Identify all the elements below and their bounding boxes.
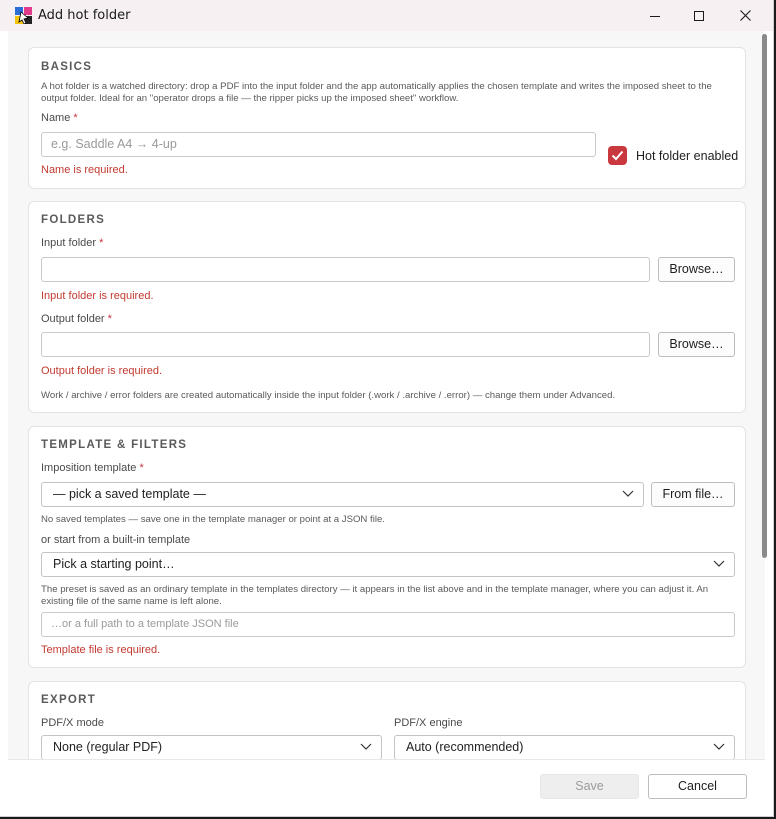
imposition-template-select[interactable]: — pick a saved template —	[41, 482, 644, 507]
dialog-content: BASICS A hot folder is a watched directo…	[8, 31, 765, 759]
folders-note: Work / archive / error folders are creat…	[41, 390, 616, 401]
enabled-label[interactable]: Hot folder enabled	[636, 149, 738, 163]
name-error: Name is required.	[41, 164, 128, 176]
pdfx-mode-select[interactable]: None (regular PDF)	[41, 735, 382, 759]
close-button[interactable]	[722, 0, 768, 31]
checkmark-icon	[611, 150, 624, 161]
pdfx-mode-label: PDF/X mode	[41, 717, 104, 729]
export-section: EXPORT PDF/X mode None (regular PDF) PDF…	[28, 681, 746, 759]
input-browse-button[interactable]: Browse…	[658, 257, 735, 282]
chevron-down-icon	[713, 743, 725, 750]
input-folder-field[interactable]	[41, 257, 650, 282]
folders-title: FOLDERS	[41, 214, 106, 226]
export-title: EXPORT	[41, 694, 97, 706]
cancel-button[interactable]: Cancel	[648, 774, 747, 799]
pdfx-engine-select[interactable]: Auto (recommended)	[394, 735, 735, 759]
builtin-template-label: or start from a built-in template	[41, 534, 191, 546]
minimize-button[interactable]	[632, 0, 678, 31]
name-input[interactable]: e.g. Saddle A4 → 4-up	[41, 132, 596, 157]
output-folder-error: Output folder is required.	[41, 365, 163, 377]
app-icon	[15, 7, 32, 24]
chevron-down-icon	[713, 560, 725, 567]
basics-section: BASICS A hot folder is a watched directo…	[28, 47, 746, 189]
close-icon	[739, 10, 751, 21]
basics-title: BASICS	[41, 61, 93, 73]
dialog-window: Add hot folder BASICS A hot folder is a …	[0, 0, 774, 817]
title-bar: Add hot folder	[0, 0, 773, 31]
input-folder-label: Input folder *	[41, 237, 104, 249]
preset-note: The preset is saved as an ordinary templ…	[41, 584, 709, 607]
output-folder-label: Output folder *	[41, 313, 112, 325]
no-saved-templates-note: No saved templates — save one in the tem…	[41, 514, 385, 525]
save-button[interactable]: Save	[540, 774, 639, 799]
pdfx-mode-value: None (regular PDF)	[53, 740, 163, 754]
input-folder-error: Input folder is required.	[41, 290, 154, 302]
maximize-icon	[694, 10, 704, 21]
name-label: Name *	[41, 112, 78, 124]
enabled-checkbox[interactable]	[608, 146, 627, 165]
vertical-scrollbar[interactable]	[762, 34, 767, 558]
builtin-template-select[interactable]: Pick a starting point…	[41, 552, 735, 577]
folders-section: FOLDERS Input folder * Browse… Input fol…	[28, 201, 746, 413]
template-path-input[interactable]: …or a full path to a template JSON file	[41, 612, 735, 637]
pdfx-engine-value: Auto (recommended)	[406, 740, 524, 754]
output-browse-button[interactable]: Browse…	[658, 332, 735, 357]
template-section: TEMPLATE & FILTERS Imposition template *…	[28, 426, 746, 668]
maximize-button[interactable]	[676, 0, 722, 31]
dialog-footer: Save Cancel	[8, 759, 765, 816]
basics-description: A hot folder is a watched directory: dro…	[41, 81, 712, 104]
pdfx-engine-label: PDF/X engine	[394, 717, 463, 729]
template-title: TEMPLATE & FILTERS	[41, 439, 188, 451]
imposition-template-label: Imposition template *	[41, 462, 144, 474]
minimize-icon	[650, 15, 660, 17]
chevron-down-icon	[622, 490, 634, 497]
window-title: Add hot folder	[38, 8, 131, 23]
template-file-error: Template file is required.	[41, 644, 161, 656]
output-folder-field[interactable]	[41, 332, 650, 357]
chevron-down-icon	[360, 743, 372, 750]
builtin-template-value: Pick a starting point…	[53, 557, 175, 571]
from-file-button[interactable]: From file…	[651, 482, 735, 507]
imposition-template-value: — pick a saved template —	[53, 487, 206, 501]
